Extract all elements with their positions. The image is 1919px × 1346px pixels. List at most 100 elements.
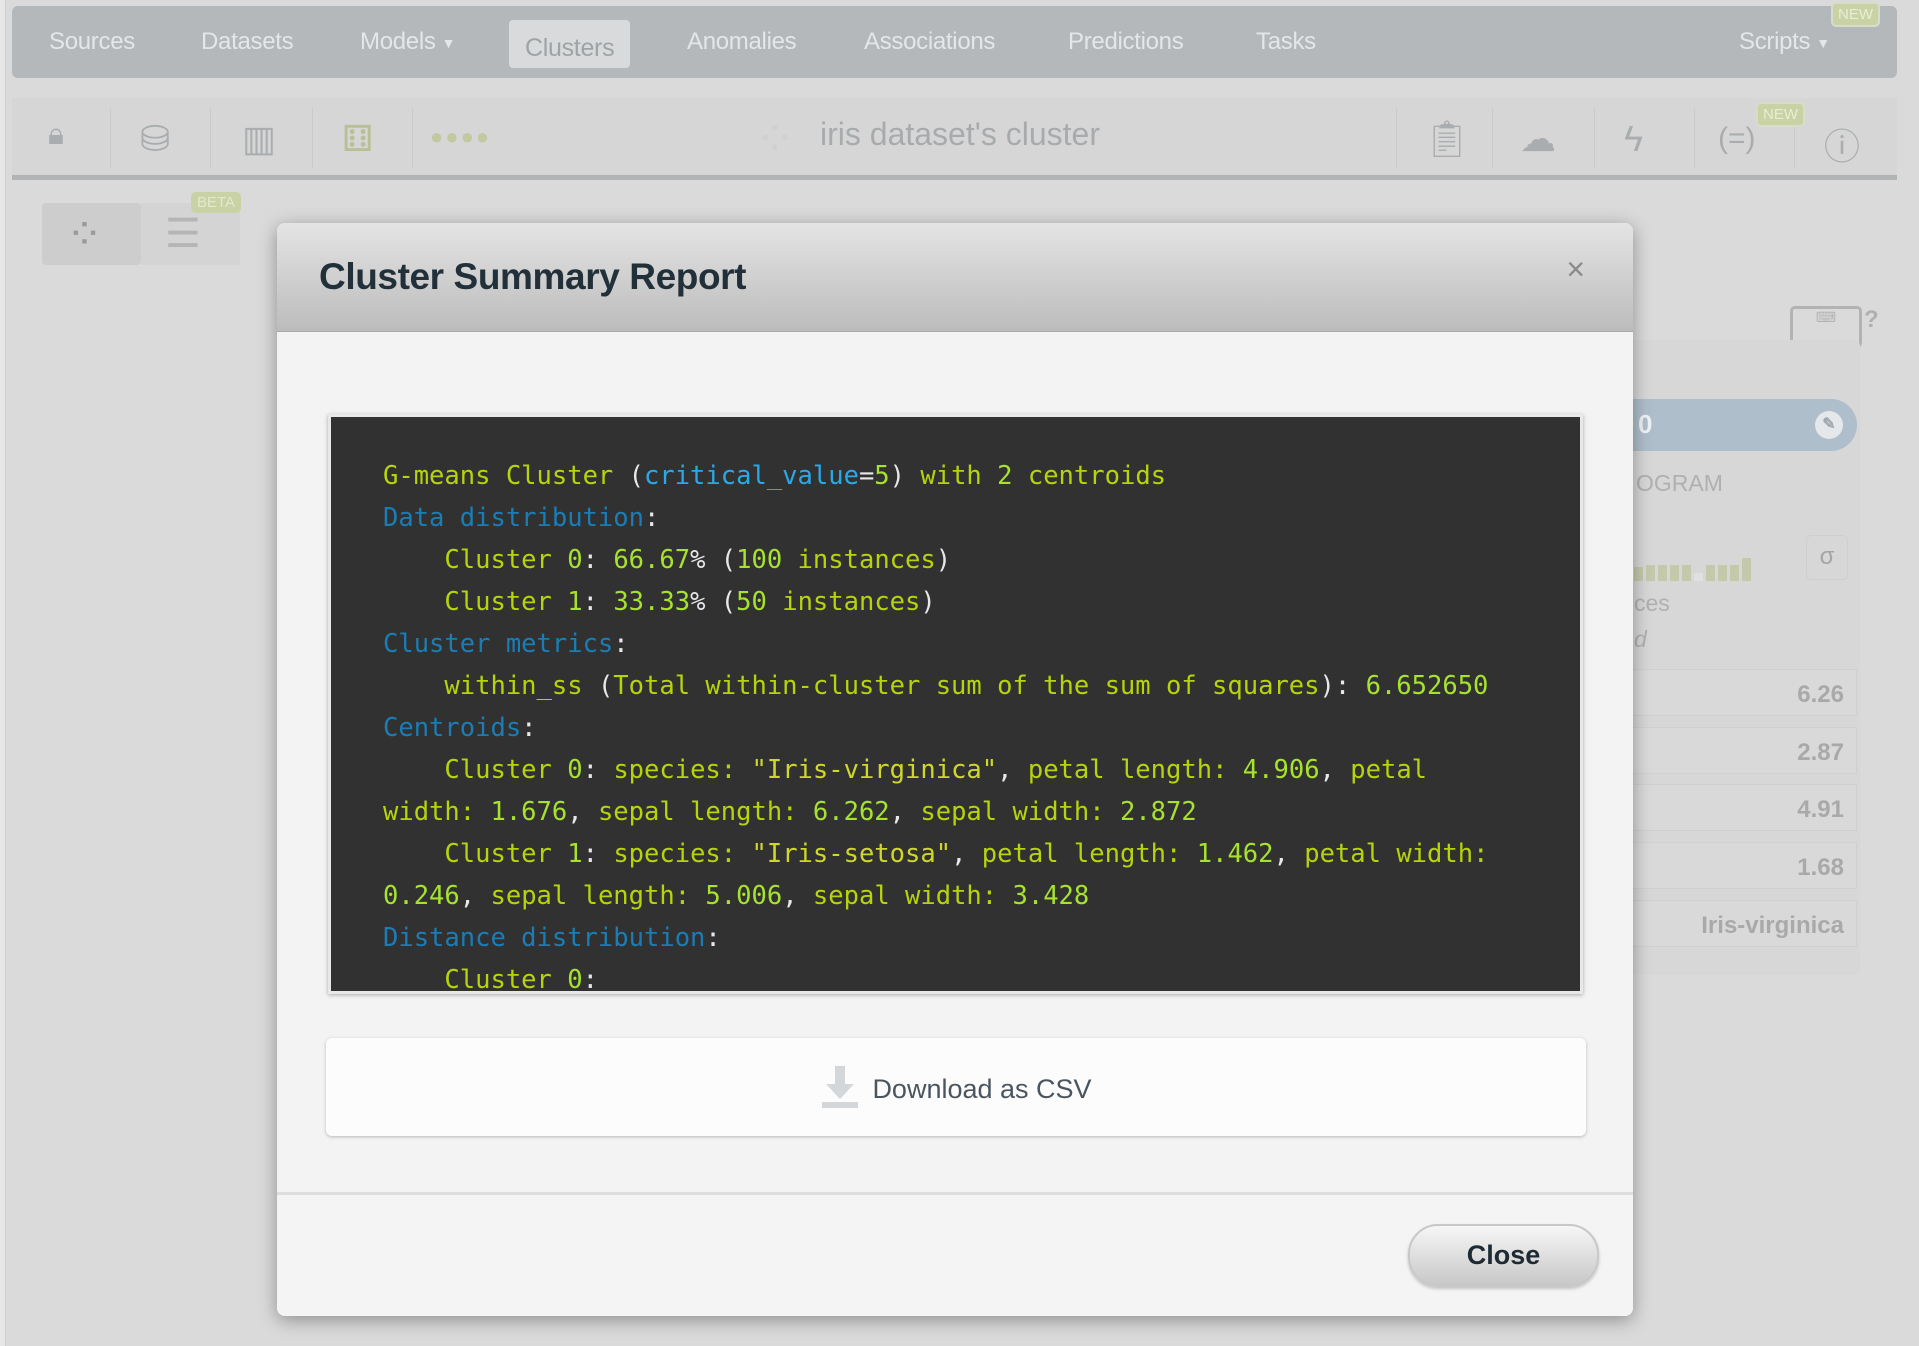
report-token: : [521, 713, 537, 743]
histogram-bar [1658, 565, 1667, 581]
dataset-search-icon[interactable]: ⛁ [140, 118, 170, 160]
report-token: : [582, 587, 614, 617]
report-token: % ( [690, 587, 737, 617]
cloud-download-icon[interactable]: ☁ [1520, 118, 1556, 160]
download-icon [822, 1066, 859, 1108]
report-line: Cluster metrics: [383, 623, 1580, 665]
summary-report[interactable]: G-means Cluster (critical_value=5) with … [328, 414, 1583, 994]
lock-icon[interactable]: 🔒︎ [48, 118, 64, 152]
report-line: Cluster 0: 66.67% (100 instances) [383, 539, 1580, 581]
nav-datasets[interactable]: Datasets [201, 28, 294, 56]
report-token: , [1319, 755, 1351, 785]
divider [312, 108, 313, 168]
histogram-bar [1646, 565, 1655, 581]
divider [1396, 108, 1397, 168]
report-line: 0.246, sepal length: 5.006, sepal width:… [383, 875, 1580, 917]
pencil-icon[interactable]: ✎ [1815, 411, 1843, 439]
modal-title: Cluster Summary Report [319, 256, 747, 297]
report-token: petal length: [1027, 755, 1243, 785]
close-icon[interactable]: × [1566, 251, 1585, 288]
report-token: , [997, 755, 1028, 785]
report-token: 0.246 [383, 881, 460, 911]
divider [412, 108, 413, 168]
report-token: 2 [997, 461, 1013, 491]
report-token: ( [597, 671, 614, 701]
report-token: sepal length: [490, 881, 706, 911]
report-token: 6.652650 [1365, 671, 1489, 701]
report-line: width: 1.676, sepal length: 6.262, sepal… [383, 791, 1580, 833]
nav-sources[interactable]: Sources [49, 28, 135, 56]
nav-scripts[interactable]: Scripts ▼ [1739, 28, 1830, 56]
value-row: 6.26 [1620, 669, 1857, 716]
report-token: 0 [567, 545, 583, 575]
report-token: , [951, 839, 982, 869]
cluster-label: 0 [1638, 409, 1653, 439]
cluster-toolbar: 🔒︎ ⛁ ▥ ⚅ ●●●● ⁘ iris dataset's cluster 📋… [12, 98, 1897, 180]
nav-tasks[interactable]: Tasks [1256, 28, 1316, 56]
report-token: petal [1350, 755, 1428, 785]
nav-predictions[interactable]: Predictions [1068, 28, 1184, 56]
report-token: : [582, 839, 614, 869]
report-token: within_ss [383, 671, 598, 701]
report-token: "Iris-virginica" [751, 755, 998, 785]
clipboard-download-icon[interactable]: 📋︎ [1424, 118, 1470, 160]
report-token: 66.67 [613, 545, 691, 575]
report-token: ( [628, 461, 644, 491]
report-token: , [459, 881, 491, 911]
info-icon[interactable]: ⓘ [1824, 118, 1860, 170]
report-token: 33.33 [613, 587, 691, 617]
histogram-bar [1694, 573, 1703, 581]
report-token: Cluster [383, 755, 568, 785]
dots-icon[interactable]: ●●●● [430, 124, 491, 150]
divider [110, 108, 111, 168]
modal-header: Cluster Summary Report × [277, 223, 1633, 332]
histogram [1634, 557, 1751, 581]
report-token: , [889, 797, 921, 827]
report-token: critical_value [644, 461, 859, 491]
report-token: species: [613, 755, 752, 785]
report-token: 5.006 [705, 881, 783, 911]
report-token: : [582, 965, 598, 994]
report-token: 6.262 [812, 797, 890, 827]
cluster-summary-modal: Cluster Summary Report × G-means Cluster… [277, 223, 1633, 1316]
cluster-view-button[interactable]: ⁘ [42, 203, 141, 265]
report-line: Cluster 1: species: "Iris-setosa", petal… [383, 833, 1580, 875]
download-csv-button[interactable]: Download as CSV [326, 1038, 1586, 1136]
nav-models[interactable]: Models ▼ [360, 28, 455, 56]
sliders-icon: ☰ [165, 212, 201, 256]
report-token: 3.428 [1012, 881, 1090, 911]
report-token: ): [1319, 671, 1366, 701]
report-token: with [905, 461, 998, 491]
top-nav: Sources Datasets Models ▼ Clusters Anomal… [12, 6, 1897, 78]
nav-clusters[interactable]: Clusters [509, 20, 631, 68]
nav-anomalies[interactable]: Anomalies [687, 28, 797, 56]
chart-search-icon[interactable]: ▥ [242, 118, 276, 160]
cluster-title: iris dataset's cluster [820, 116, 1100, 152]
report-token: width: [383, 797, 491, 827]
close-button[interactable]: Close [1408, 1224, 1599, 1287]
report-line: Cluster 1: 33.33% (50 instances) [383, 581, 1580, 623]
report-token: 1 [567, 839, 583, 869]
report-token: Cluster [383, 545, 568, 575]
divider [1694, 108, 1695, 168]
report-token: : [582, 755, 614, 785]
cluster-options-icon[interactable]: ⚅ [342, 118, 373, 160]
report-line: G-means Cluster (critical_value=5) with … [383, 455, 1580, 497]
formula-icon[interactable]: (=) [1718, 122, 1756, 156]
report-token: : [705, 923, 721, 953]
histogram-bar [1742, 557, 1751, 581]
divider [1492, 108, 1493, 168]
lightning-icon[interactable]: ϟ [1624, 118, 1643, 160]
report-token: sepal width: [920, 797, 1120, 827]
report-token: 0 [567, 755, 583, 785]
report-token: Distance distribution [383, 923, 706, 953]
help-icon[interactable]: ? [1864, 306, 1879, 334]
report-line: Cluster 0: species: "Iris-virginica", pe… [383, 749, 1580, 791]
report-token: 1 [567, 587, 583, 617]
nav-associations[interactable]: Associations [864, 28, 995, 56]
sigma-button[interactable]: σ [1806, 535, 1848, 580]
report-line: Centroids: [383, 707, 1580, 749]
report-token: centroids [1012, 461, 1167, 491]
report-line: Cluster 0: [383, 959, 1580, 994]
beta-badge: BETA [191, 192, 242, 213]
